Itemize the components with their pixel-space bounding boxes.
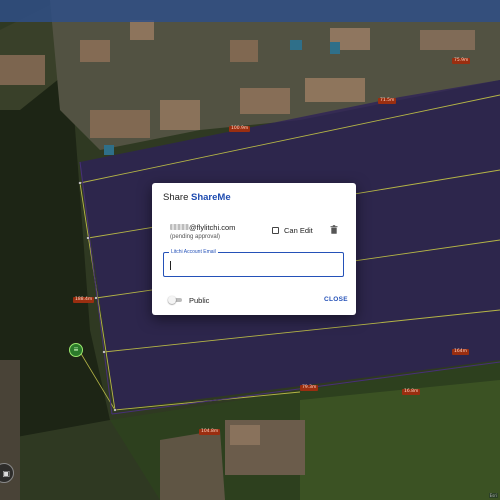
top-app-bar [0,0,500,22]
public-toggle-row[interactable]: Public [168,295,209,305]
share-dialog: Share ShareMe @flylitchi.com (pending ap… [152,183,356,315]
litchi-account-email-field[interactable]: Litchi Account Email [163,248,344,277]
shared-user-email: @flylitchi.com [189,223,236,232]
dialog-project-name: ShareMe [191,192,231,203]
shared-user-row: @flylitchi.com (pending approval) Can Ed… [170,223,350,243]
can-edit-option[interactable]: Can Edit [272,225,313,235]
distance-label: 16.8m [402,389,421,395]
can-edit-checkbox[interactable] [272,226,279,234]
home-point-marker[interactable]: ≡ [69,343,83,357]
text-caret [170,261,171,270]
public-toggle[interactable] [168,296,183,304]
dialog-title-prefix: Share [163,192,189,203]
dialog-title: Share ShareMe [163,192,231,203]
toggle-thumb [168,296,176,304]
distance-label: 188.4m [73,297,95,303]
email-input[interactable] [169,259,334,271]
map-attribution: Esri [488,493,498,498]
shared-user-status: (pending approval) [170,234,221,240]
public-label: Public [189,295,210,305]
distance-label: 104.8m [199,429,221,435]
distance-label: 100.9m [229,126,251,132]
can-edit-label: Can Edit [284,225,313,235]
distance-label: 164m [452,349,469,355]
redacted-email-prefix [170,224,189,230]
distance-label: 79.3m [300,385,319,391]
distance-label: 75.9m [452,58,471,64]
trash-icon[interactable] [330,225,338,234]
email-field-label: Litchi Account Email [169,248,218,256]
close-button[interactable]: CLOSE [324,296,348,303]
distance-label: 71.5m [378,98,397,104]
